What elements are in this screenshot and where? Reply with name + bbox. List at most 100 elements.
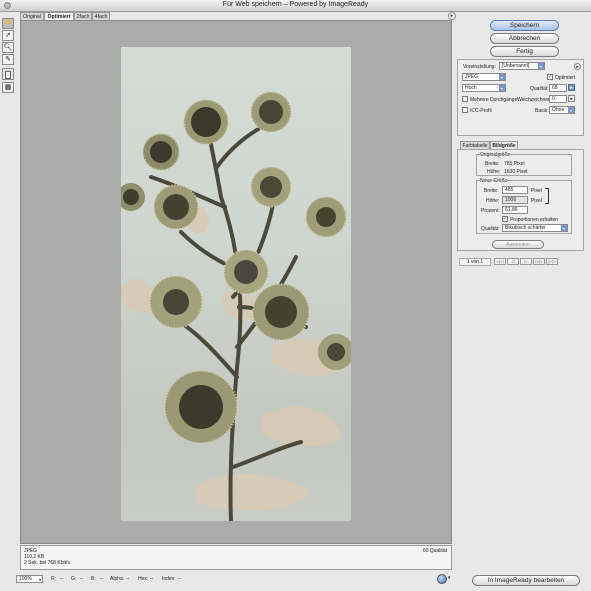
- b-value: --: [100, 576, 104, 582]
- quality-field[interactable]: 68: [549, 84, 567, 92]
- image-size-panel: Originalgröße Breite: 785 Pixel Höhe: 16…: [457, 149, 584, 251]
- zoom-field[interactable]: 100% ▾: [16, 575, 43, 583]
- hex-label: Hex:: [138, 576, 149, 582]
- chevron-down-icon: ▾: [499, 85, 505, 91]
- preset-label: Voreinstellung:: [463, 64, 496, 70]
- toolbox: ✋ ➚ 🔍︎ ✎ ▦: [2, 18, 15, 93]
- hand-icon[interactable]: ✋: [2, 18, 14, 29]
- progressive-checkbox[interactable]: [462, 96, 468, 102]
- animation-controls: ◁◁ ◁ ▷ ▷▷ ▷▷: [494, 258, 566, 266]
- bottom-bar: 100% ▾ R: -- G: -- B: -- Alpha: -- Hex: …: [16, 574, 455, 585]
- preset-value: [Unbenannt]: [502, 63, 530, 69]
- quality-level-select[interactable]: Hoch ▾: [462, 84, 506, 92]
- matte-value: Ohne: [552, 107, 565, 113]
- orig-height-label: Höhe:: [487, 169, 501, 175]
- quality-readout: 60 Qualität: [422, 548, 447, 554]
- icc-label: ICC-Profil: [470, 108, 492, 114]
- blur-field[interactable]: 0: [549, 95, 567, 103]
- eyedropper-icon[interactable]: ✎: [2, 54, 14, 65]
- view-menu-arrow-icon[interactable]: ▸: [448, 12, 456, 20]
- window-title: Für Web speichern – Powered by ImageRead…: [222, 1, 369, 8]
- done-button[interactable]: Fertig: [490, 46, 559, 57]
- browser-dropdown-icon[interactable]: ▾: [448, 575, 451, 581]
- tab-4up[interactable]: 4fach: [92, 12, 110, 20]
- chevron-down-icon: ▾: [568, 107, 574, 113]
- tab-optimized[interactable]: Optimiert: [44, 12, 74, 20]
- g-label: G:: [71, 576, 77, 582]
- constrain-checkbox[interactable]: ✓: [502, 216, 508, 222]
- resample-select[interactable]: Bikubisch schärfer ▾: [502, 224, 568, 232]
- height-unit: Pixel: [531, 198, 542, 204]
- quality-label: Qualität:: [530, 86, 549, 92]
- image-info-panel: JPEG 110,2 KB 2 Sek. bei 768 Kbit/s 60 Q…: [20, 545, 452, 570]
- constrain-label: Proportionen erhalten: [510, 217, 559, 223]
- width-field[interactable]: 485: [502, 186, 528, 194]
- orig-height-value: 1630 Pixel: [504, 169, 528, 175]
- icc-checkbox[interactable]: [462, 107, 468, 113]
- percent-field[interactable]: 61,86: [502, 206, 528, 214]
- apply-button[interactable]: Anwenden: [492, 240, 544, 249]
- optimize-settings-panel: Voreinstellung: [Unbenannt] ▾ ▸ JPEG ▾ ✓…: [457, 59, 584, 136]
- b-label: B:: [91, 576, 96, 582]
- width-label: Breite:: [484, 188, 499, 194]
- g-value: --: [80, 576, 84, 582]
- orig-width-value: 785 Pixel: [504, 161, 525, 167]
- save-button[interactable]: Speichern: [490, 20, 559, 31]
- resample-value: Bikubisch schärfer: [505, 225, 546, 231]
- optimized-label: Optimiert: [555, 75, 576, 81]
- optimized-checkbox[interactable]: ✓: [547, 74, 553, 80]
- tab-color-table[interactable]: Farbtabelle: [460, 141, 490, 149]
- index-label: Index:: [162, 576, 176, 582]
- index-value: --: [178, 576, 182, 582]
- height-field[interactable]: 1006: [502, 196, 528, 204]
- last-frame-icon[interactable]: ▷▷: [546, 258, 558, 265]
- hex-value: --: [150, 576, 154, 582]
- zoom-icon[interactable]: 🔍︎: [2, 42, 14, 53]
- zoom-value: 100%: [19, 576, 32, 582]
- edit-in-imageready-button[interactable]: In ImageReady bearbeiten: [472, 575, 580, 586]
- original-size-group: Breite: 785 Pixel Höhe: 1630 Pixel: [476, 154, 572, 176]
- width-unit: Pixel: [531, 188, 542, 194]
- new-size-group: Breite: 485 Pixel Höhe: 1006 Pixel Proze…: [476, 180, 572, 234]
- preview-image: [121, 47, 351, 521]
- title-bar: Für Web speichern – Powered by ImageRead…: [0, 0, 591, 12]
- chevron-down-icon: ▾: [499, 74, 505, 80]
- alpha-label: Alpha:: [110, 576, 125, 582]
- play-icon[interactable]: ▷: [520, 258, 532, 265]
- quality-slider-icon[interactable]: ▸: [568, 84, 575, 91]
- quality-level-value: Hoch: [465, 85, 477, 91]
- height-label: Höhe:: [486, 198, 500, 204]
- resample-label: Qualität:: [481, 226, 500, 232]
- chevron-down-icon: ▾: [561, 225, 567, 231]
- tab-image-size[interactable]: Bildgröße: [490, 141, 518, 149]
- r-label: R:: [51, 576, 56, 582]
- settings-menu-arrow-icon[interactable]: ▸: [574, 63, 581, 70]
- zoom-dropdown-icon: ▾: [38, 577, 41, 582]
- tab-2up[interactable]: 2fach: [74, 12, 92, 20]
- percent-label: Prozent:: [481, 208, 500, 214]
- download-time-readout: 2 Sek. bei 768 Kbit/s: [24, 560, 70, 566]
- tab-original[interactable]: Original: [20, 12, 44, 20]
- chevron-down-icon: ▾: [538, 63, 544, 69]
- next-frame-icon[interactable]: ▷▷: [533, 258, 545, 265]
- alpha-value: --: [126, 576, 130, 582]
- orig-width-label: Breite:: [485, 161, 500, 167]
- blur-label: Weichzeichnen:: [517, 97, 553, 103]
- format-select[interactable]: JPEG ▾: [462, 73, 506, 81]
- matte-label: Basis:: [535, 108, 549, 114]
- r-value: --: [60, 576, 64, 582]
- eyedropper-color-icon[interactable]: [2, 68, 14, 80]
- first-frame-icon[interactable]: ◁◁: [494, 258, 506, 265]
- toggle-slices-icon[interactable]: ▦: [2, 82, 14, 93]
- preview-browser-icon[interactable]: [437, 574, 447, 584]
- matte-select[interactable]: Ohne ▾: [549, 106, 575, 114]
- previous-frame-icon[interactable]: ◁: [507, 258, 519, 265]
- page-indicator: 1 von 1: [459, 258, 491, 266]
- slice-select-icon[interactable]: ➚: [2, 30, 14, 41]
- constrain-link-icon: [545, 188, 549, 204]
- blur-slider-icon[interactable]: ▸: [568, 95, 575, 102]
- progressive-label: Mehrere Durchgänge: [470, 97, 518, 103]
- preset-select[interactable]: [Unbenannt] ▾: [499, 62, 545, 70]
- cancel-button[interactable]: Abbrechen: [490, 33, 559, 44]
- format-value: JPEG: [465, 74, 479, 80]
